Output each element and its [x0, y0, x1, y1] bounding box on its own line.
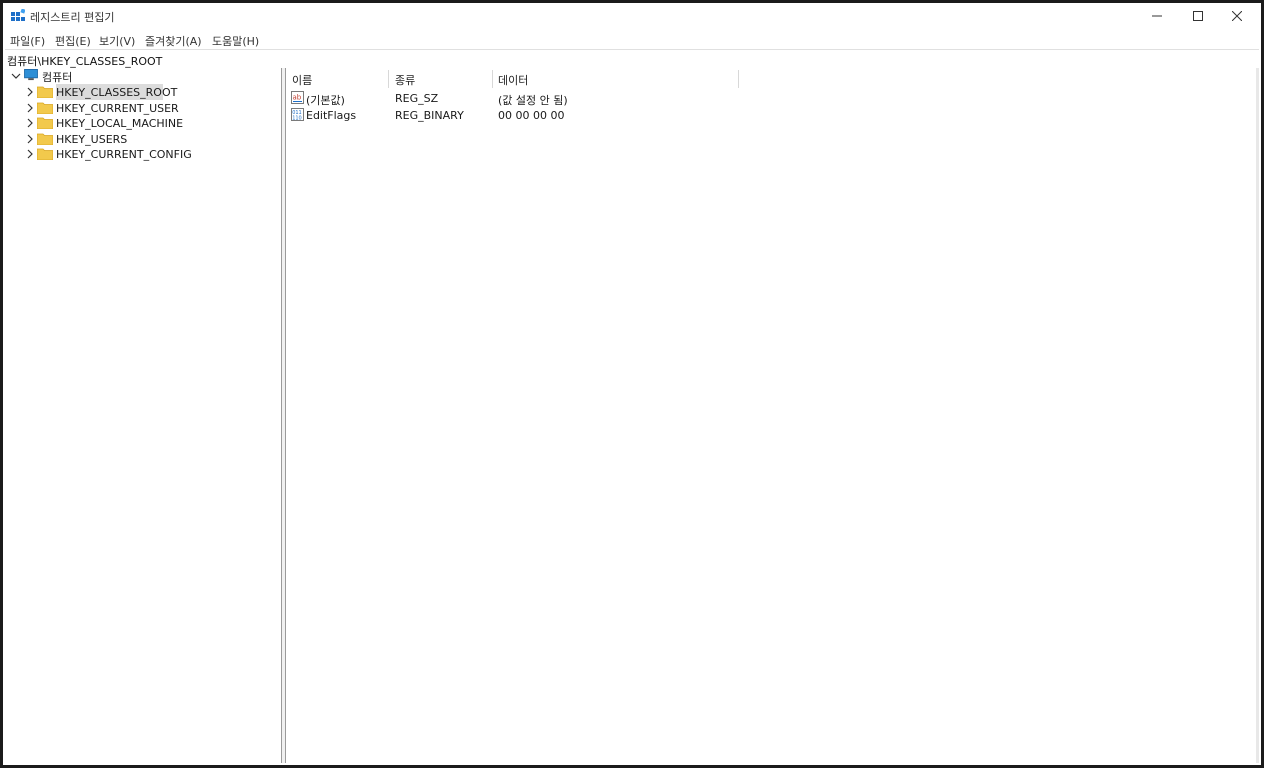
value-name: (기본값)	[306, 94, 345, 107]
tree-item-hkey-users[interactable]: HKEY_USERS	[5, 131, 281, 146]
string-value-icon: ab	[291, 91, 304, 104]
tree-item-hkey-local-machine[interactable]: HKEY_LOCAL_MACHINE	[5, 115, 281, 130]
tree-item-label: HKEY_CLASSES_ROOT	[56, 86, 178, 99]
key-tree-pane[interactable]: 컴퓨터 HKEY_CLASSES_ROOT HKEY_CURRENT_USER …	[5, 68, 282, 763]
chevron-right-icon[interactable]	[25, 87, 35, 97]
menu-view[interactable]: 보기(V)	[99, 33, 135, 49]
value-row[interactable]: 011 110 EditFlags REG_BINARY 00 00 00 00	[286, 107, 738, 123]
tree-item-label: HKEY_CURRENT_CONFIG	[56, 148, 192, 161]
column-divider[interactable]	[388, 70, 389, 88]
folder-icon	[37, 86, 53, 98]
value-type: REG_BINARY	[395, 109, 464, 122]
maximize-icon	[1193, 11, 1203, 21]
registry-editor-app-icon	[11, 9, 25, 21]
value-row[interactable]: ab (기본값) REG_SZ (값 설정 안 됨)	[286, 90, 738, 107]
window-title: 레지스트리 편집기	[30, 11, 115, 24]
menu-bar: 파일(F) 편집(E) 보기(V) 즐겨찾기(A) 도움말(H)	[3, 30, 1261, 48]
folder-icon	[37, 117, 53, 129]
column-header-data[interactable]: 데이터	[498, 72, 528, 88]
tree-item-label: HKEY_LOCAL_MACHINE	[56, 117, 184, 130]
column-header-name[interactable]: 이름	[292, 72, 312, 88]
menu-favorites[interactable]: 즐겨찾기(A)	[145, 33, 202, 49]
computer-icon	[24, 69, 38, 81]
title-bar[interactable]: 레지스트리 편집기	[3, 3, 1261, 29]
chevron-right-icon[interactable]	[25, 118, 35, 128]
tree-item-computer[interactable]: 컴퓨터	[5, 68, 281, 84]
svg-text:110: 110	[292, 116, 302, 122]
tree-item-hkey-classes-root[interactable]: HKEY_CLASSES_ROOT	[5, 84, 281, 99]
menu-help[interactable]: 도움말(H)	[212, 33, 259, 49]
menu-edit[interactable]: 편집(E)	[55, 33, 91, 49]
tree-item-hkey-current-config[interactable]: HKEY_CURRENT_CONFIG	[5, 146, 281, 161]
tree-item-label: HKEY_USERS	[56, 133, 128, 146]
close-button[interactable]	[1217, 3, 1257, 29]
folder-icon	[37, 102, 53, 114]
minimize-icon	[1152, 15, 1162, 17]
address-path[interactable]: 컴퓨터\HKEY_CLASSES_ROOT	[7, 53, 162, 69]
chevron-right-icon[interactable]	[25, 134, 35, 144]
column-divider[interactable]	[738, 70, 739, 88]
chevron-right-icon[interactable]	[25, 103, 35, 113]
value-data: 00 00 00 00	[498, 109, 565, 122]
svg-text:ab: ab	[293, 94, 302, 102]
folder-icon	[37, 148, 53, 160]
tree-item-hkey-current-user[interactable]: HKEY_CURRENT_USER	[5, 100, 281, 115]
maximize-button[interactable]	[1178, 3, 1218, 29]
registry-editor-window: 레지스트리 편집기 파일(F) 편집(E) 보기(V) 즐겨찾기(A) 도움말(…	[0, 0, 1264, 768]
tree-item-label: 컴퓨터	[42, 71, 73, 84]
chevron-down-icon[interactable]	[11, 71, 21, 81]
folder-icon	[37, 133, 53, 145]
minimize-button[interactable]	[1137, 3, 1177, 29]
binary-value-icon: 011 110	[291, 108, 304, 121]
values-list-pane[interactable]: 이름 종류 데이터 ab (기본값) REG_SZ (값 설정 안 됨) 011…	[286, 68, 1256, 763]
vertical-scrollbar[interactable]	[1256, 68, 1259, 763]
address-bar[interactable]: 컴퓨터\HKEY_CLASSES_ROOT	[5, 49, 1259, 69]
value-type: REG_SZ	[395, 92, 439, 105]
tree-item-label: HKEY_CURRENT_USER	[56, 102, 179, 115]
close-icon	[1232, 11, 1242, 21]
chevron-right-icon[interactable]	[25, 149, 35, 159]
column-header-type[interactable]: 종류	[395, 72, 415, 88]
value-data: (값 설정 안 됨)	[498, 94, 568, 107]
column-header-row: 이름 종류 데이터	[286, 68, 1256, 88]
column-divider[interactable]	[492, 70, 493, 88]
menu-file[interactable]: 파일(F)	[10, 33, 45, 49]
value-name: EditFlags	[306, 109, 357, 122]
